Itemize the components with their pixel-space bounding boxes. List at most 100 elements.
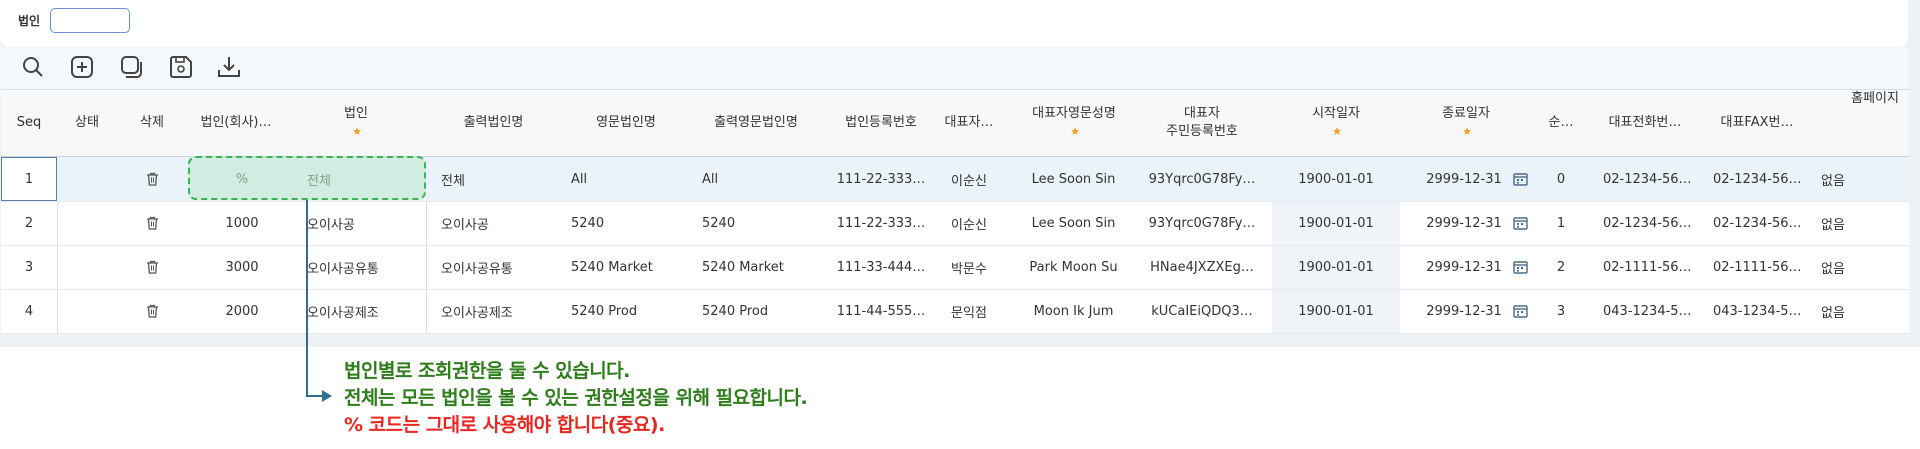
delete-row-button[interactable] <box>121 201 183 245</box>
delete-row-button[interactable] <box>121 157 183 201</box>
col-rep[interactable]: 대표자… <box>933 90 1005 156</box>
cell-fax[interactable]: 02-1234-56… <box>1707 157 1811 201</box>
cell-eng-name[interactable]: 5240 <box>565 201 690 245</box>
copy-button[interactable] <box>117 53 147 81</box>
cell-homepage[interactable]: 없음 <box>1815 201 1875 245</box>
cell-print-name[interactable]: 오이사공 <box>435 201 560 245</box>
col-status[interactable]: 상태 <box>57 90 117 156</box>
cell-rep-eng[interactable]: Lee Soon Sin <box>1011 201 1136 245</box>
calendar-button[interactable] <box>1509 245 1531 289</box>
cell-corp[interactable]: 오이사공유통 <box>301 245 426 289</box>
cell-eng-name[interactable]: 5240 Market <box>565 245 690 289</box>
cell-print-eng-name[interactable]: 5240 Market <box>696 245 821 289</box>
cell-rep[interactable]: 문익점 <box>939 289 999 333</box>
cell-corp[interactable]: 오이사공 <box>301 201 426 245</box>
cell-order[interactable]: 2 <box>1539 245 1583 289</box>
cell-rep[interactable]: 박문수 <box>939 245 999 289</box>
cell-order[interactable]: 3 <box>1539 289 1583 333</box>
table-row[interactable]: 3 3000 오이사공유통 오이사공유통 5240 Market 5240 Ma… <box>1 245 1909 290</box>
add-button[interactable] <box>67 53 97 81</box>
cell-start-date[interactable]: 1900-01-01 <box>1276 157 1396 201</box>
cell-rep-rrn[interactable]: 93Yqrc0G78Fy… <box>1141 201 1263 245</box>
col-start-date[interactable]: 시작일자 <box>1272 90 1400 156</box>
col-seq[interactable]: Seq <box>1 90 57 156</box>
cell-order[interactable]: 1 <box>1539 201 1583 245</box>
cell-rep-rrn[interactable]: kUCaIEiQDQ3… <box>1141 289 1263 333</box>
col-rep-eng[interactable]: 대표자영문성명 <box>1009 90 1139 156</box>
cell-fax[interactable]: 02-1111-56… <box>1707 245 1811 289</box>
cell-corp-code[interactable]: 2000 <box>191 289 293 333</box>
cell-rep-eng[interactable]: Lee Soon Sin <box>1011 157 1136 201</box>
table-row[interactable]: 4 2000 오이사공제조 오이사공제조 5240 Prod 5240 Prod… <box>1 289 1909 334</box>
highlight-box <box>188 156 426 200</box>
cell-tel[interactable]: 02-1111-56… <box>1597 245 1701 289</box>
download-button[interactable] <box>214 53 244 81</box>
col-rep-rrn[interactable]: 대표자 주민등록번호 <box>1141 90 1263 156</box>
col-print-eng-name[interactable]: 출력영문법인명 <box>691 90 821 156</box>
cell-homepage[interactable]: 없음 <box>1815 157 1875 201</box>
cell-rep-eng[interactable]: Park Moon Su <box>1011 245 1136 289</box>
col-delete[interactable]: 삭제 <box>121 90 183 156</box>
cell-fax[interactable]: 02-1234-56… <box>1707 201 1811 245</box>
cell-rep[interactable]: 이순신 <box>939 201 999 245</box>
cell-print-eng-name[interactable]: 5240 <box>696 201 821 245</box>
cell-eng-name[interactable]: All <box>565 157 690 201</box>
delete-row-button[interactable] <box>121 289 183 333</box>
save-button[interactable] <box>166 53 196 81</box>
col-end-date[interactable]: 종료일자 <box>1401 90 1531 156</box>
cell-reg-no[interactable]: 111-22-333… <box>826 157 936 201</box>
cell-start-date[interactable]: 1900-01-01 <box>1276 245 1396 289</box>
cell-print-name[interactable]: 전체 <box>435 157 560 201</box>
col-print-name[interactable]: 출력법인명 <box>431 90 556 156</box>
cell-rep-eng[interactable]: Moon Ik Jum <box>1011 289 1136 333</box>
calendar-button[interactable] <box>1509 201 1531 245</box>
cell-end-date[interactable]: 2999-12-31 <box>1409 289 1519 333</box>
col-corp[interactable]: 법인 <box>301 90 411 156</box>
cell-start-date[interactable]: 1900-01-01 <box>1276 289 1396 333</box>
cell-print-name[interactable]: 오이사공제조 <box>435 289 560 333</box>
cell-end-date[interactable]: 2999-12-31 <box>1409 201 1519 245</box>
cell-corp-code[interactable]: 1000 <box>191 201 293 245</box>
cell-eng-name[interactable]: 5240 Prod <box>565 289 690 333</box>
corp-filter-input[interactable] <box>50 8 130 33</box>
toolbar <box>0 47 1908 89</box>
cell-homepage[interactable]: 없음 <box>1815 245 1875 289</box>
cell-corp[interactable]: 오이사공제조 <box>301 289 426 333</box>
col-homepage[interactable]: 홈페이지 <box>1841 90 1909 156</box>
cell-reg-no[interactable]: 111-22-333… <box>826 201 936 245</box>
cell-print-eng-name[interactable]: 5240 Prod <box>696 289 821 333</box>
table-row[interactable]: 2 1000 오이사공 오이사공 5240 5240 111-22-333… 이… <box>1 201 1909 246</box>
copy-icon <box>121 56 142 78</box>
calendar-button[interactable] <box>1509 157 1531 201</box>
cell-print-eng-name[interactable]: All <box>696 157 821 201</box>
col-order[interactable]: 순… <box>1539 90 1583 156</box>
cell-end-date[interactable]: 2999-12-31 <box>1409 157 1519 201</box>
cell-tel[interactable]: 043-1234-5… <box>1597 289 1701 333</box>
col-reg-no[interactable]: 법인등록번호 <box>821 90 941 156</box>
cell-rep[interactable]: 이순신 <box>939 157 999 201</box>
col-fax[interactable]: 대표FAX번… <box>1707 90 1807 156</box>
note-line-2: 전체는 모든 법인을 볼 수 있는 권한설정을 위해 필요합니다. <box>344 387 808 409</box>
cell-tel[interactable]: 02-1234-56… <box>1597 157 1701 201</box>
cell-end-date[interactable]: 2999-12-31 <box>1409 245 1519 289</box>
col-eng-name[interactable]: 영문법인명 <box>561 90 691 156</box>
cell-corp-code[interactable]: 3000 <box>191 245 293 289</box>
col-corp-code[interactable]: 법인(회사)… <box>191 90 281 156</box>
cell-reg-no[interactable]: 111-33-444… <box>826 245 936 289</box>
cell-print-name[interactable]: 오이사공유통 <box>435 245 560 289</box>
col-tel[interactable]: 대표전화번… <box>1595 90 1695 156</box>
cell-rep-rrn[interactable]: 93Yqrc0G78Fy… <box>1141 157 1263 201</box>
download-icon <box>218 57 240 77</box>
trash-icon <box>146 216 158 230</box>
cell-reg-no[interactable]: 111-44-555… <box>826 289 936 333</box>
cell-fax[interactable]: 043-1234-5… <box>1707 289 1811 333</box>
cell-start-date[interactable]: 1900-01-01 <box>1276 201 1396 245</box>
delete-row-button[interactable] <box>121 245 183 289</box>
calendar-button[interactable] <box>1509 289 1531 333</box>
cell-homepage[interactable]: 없음 <box>1815 289 1875 333</box>
cell-rep-rrn[interactable]: HNae4JXZXEg… <box>1141 245 1263 289</box>
row-seq: 3 <box>24 259 34 275</box>
search-button[interactable] <box>18 53 48 81</box>
cell-order[interactable]: 0 <box>1539 157 1583 201</box>
cell-tel[interactable]: 02-1234-56… <box>1597 201 1701 245</box>
